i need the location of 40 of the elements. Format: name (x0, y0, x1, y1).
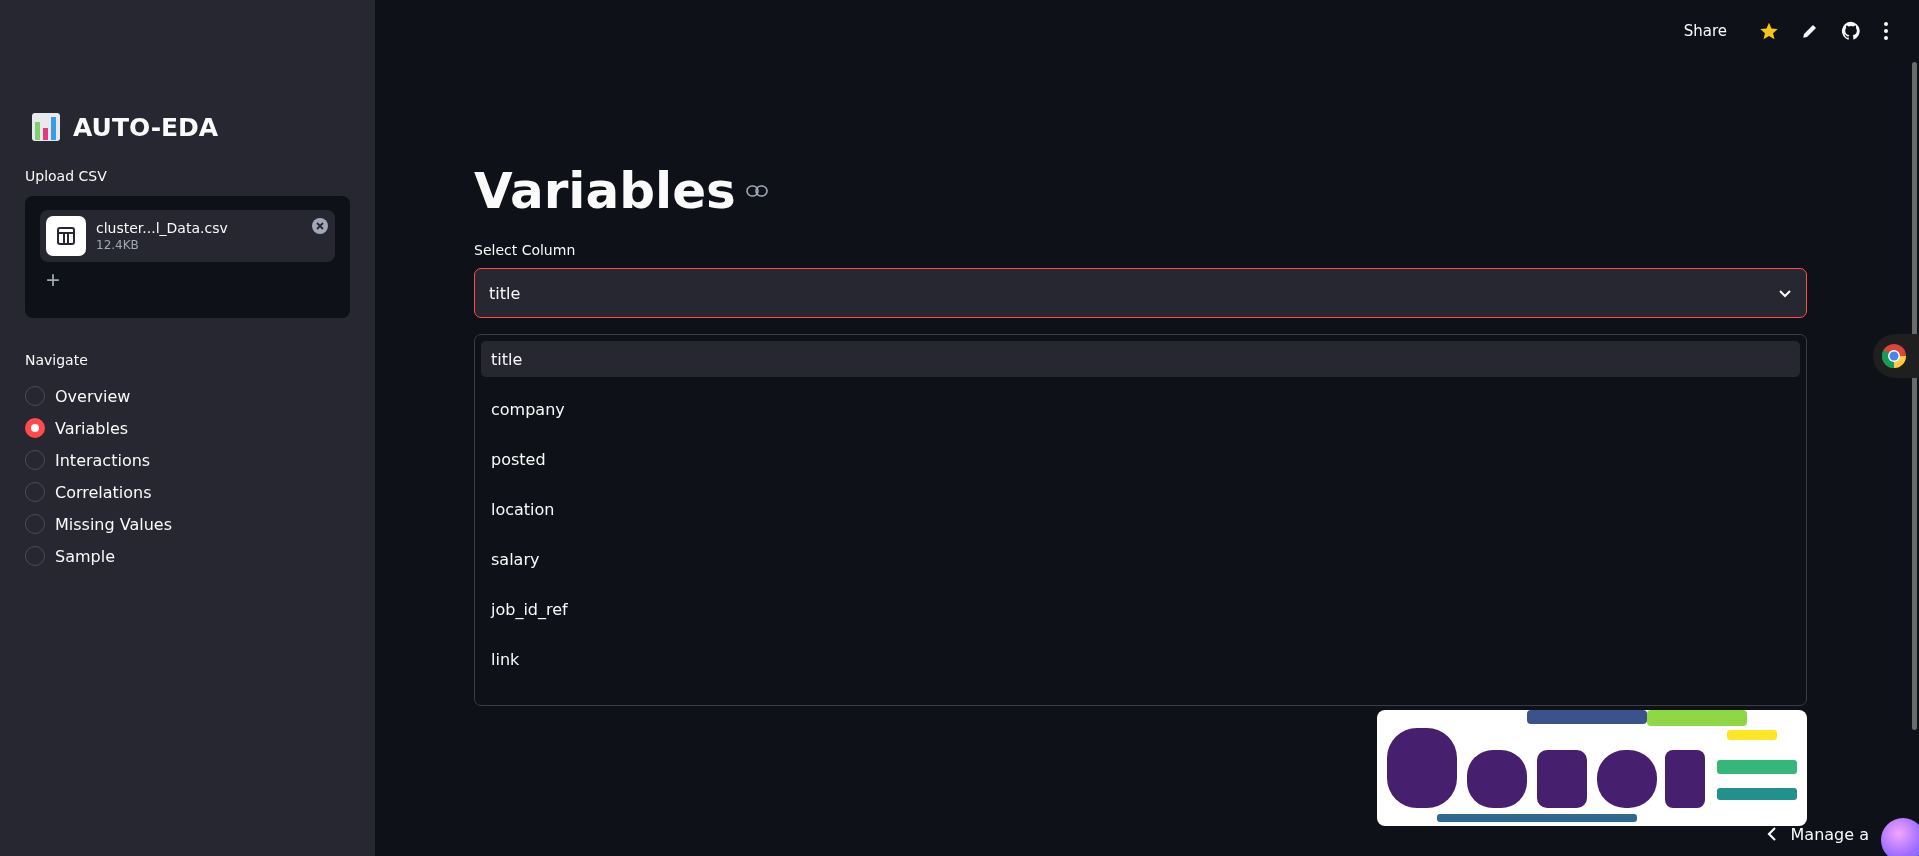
avatar[interactable] (1881, 818, 1919, 856)
browser-widget[interactable] (1873, 334, 1919, 378)
github-icon[interactable] (1841, 21, 1861, 41)
dropdown-option[interactable]: link (481, 641, 1800, 677)
more-icon[interactable] (1883, 21, 1889, 41)
pencil-icon[interactable] (1801, 22, 1819, 40)
radio-label[interactable]: Overview (55, 386, 131, 406)
file-uploader[interactable]: cluster...l_Data.csv 12.4KB + (25, 196, 350, 318)
navigate-label: Navigate (25, 352, 89, 368)
manage-app-button[interactable]: Manage a (1790, 824, 1869, 844)
add-file-button[interactable]: + (46, 268, 60, 292)
star-icon[interactable] (1759, 21, 1779, 41)
radio-label[interactable]: Interactions (55, 450, 151, 470)
link-icon[interactable] (745, 185, 768, 197)
bar-chart-icon (31, 112, 61, 142)
close-icon[interactable] (316, 222, 324, 230)
app-title: AUTO-EDA (73, 112, 219, 142)
browser-logo-icon[interactable] (1881, 343, 1907, 369)
file-size: 12.4KB (96, 238, 140, 252)
radio-label[interactable]: Variables (55, 418, 129, 438)
dropdown-option[interactable]: salary (481, 541, 1800, 577)
dropdown-option[interactable]: title (481, 341, 1800, 377)
dropdown-option[interactable]: posted (481, 441, 1800, 477)
radio-label[interactable]: Correlations (55, 482, 152, 502)
dropdown-option[interactable]: company (481, 391, 1800, 427)
dropdown-option[interactable]: job_id_ref (481, 591, 1800, 627)
radio-button[interactable] (25, 418, 45, 438)
column-select[interactable]: title (474, 268, 1807, 318)
upload-label: Upload CSV (25, 168, 108, 184)
chevron-down-icon[interactable] (1778, 288, 1792, 298)
radio-label[interactable]: Sample (55, 546, 115, 566)
table-icon (46, 216, 86, 256)
select-label: Select Column (474, 242, 577, 258)
dropdown-option[interactable]: location (481, 491, 1800, 527)
page-heading: Variables (474, 162, 736, 220)
chevron-left-icon[interactable] (1766, 827, 1777, 841)
file-name: cluster...l_Data.csv (96, 220, 228, 236)
share-button[interactable]: Share (1677, 21, 1733, 41)
remove-file-button[interactable] (312, 218, 328, 234)
radio-label[interactable]: Missing Values (55, 514, 173, 534)
